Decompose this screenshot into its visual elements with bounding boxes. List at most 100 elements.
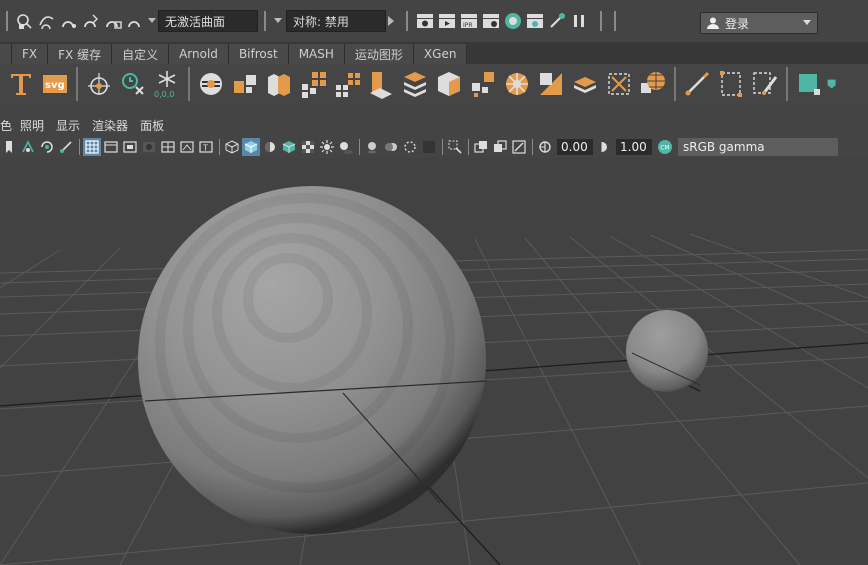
mash-offset-icon[interactable] xyxy=(534,67,568,101)
mash-stack-icon[interactable] xyxy=(364,67,398,101)
smooth-shade-icon[interactable] xyxy=(242,138,260,156)
expand-arrow-icon[interactable] xyxy=(386,10,396,32)
snap-to-curves-icon[interactable] xyxy=(36,10,58,32)
xray-icon[interactable] xyxy=(472,138,490,156)
shelf-tab-arnold[interactable]: Arnold xyxy=(169,44,229,64)
panel-menu-renderer[interactable]: 渲染器 xyxy=(92,117,128,134)
snap-to-view-planes-icon[interactable] xyxy=(80,10,102,32)
mash-array-icon[interactable] xyxy=(330,67,364,101)
mash-network-icon[interactable] xyxy=(194,67,228,101)
chevron-down-icon[interactable] xyxy=(272,10,284,32)
textured-icon[interactable] xyxy=(299,138,317,156)
shelf-tab-mash[interactable]: MASH xyxy=(288,44,345,64)
mash-radial-icon[interactable] xyxy=(500,67,534,101)
render-settings-icon[interactable] xyxy=(480,10,502,32)
viewport-3d[interactable] xyxy=(0,158,868,565)
mash-grid-icon[interactable] xyxy=(296,67,330,101)
gate-mask-icon[interactable] xyxy=(140,138,158,156)
camera-attributes-icon[interactable] xyxy=(19,138,37,156)
xray-joints-icon[interactable] xyxy=(491,138,509,156)
mash-distribute-icon[interactable] xyxy=(228,67,262,101)
time-delete-icon[interactable] xyxy=(116,67,150,101)
shelf-tab-xgen[interactable]: XGen xyxy=(413,44,468,64)
render-current-frame-icon[interactable] xyxy=(436,10,458,32)
render-view-icon[interactable] xyxy=(414,10,436,32)
bookmark-icon[interactable] xyxy=(0,138,18,156)
camera-track-icon[interactable] xyxy=(57,138,75,156)
shelf-tab-bifrost[interactable]: Bifrost xyxy=(228,44,289,64)
login-button[interactable]: 登录 xyxy=(700,12,818,34)
viewport-scene[interactable] xyxy=(0,158,868,565)
view-transform-dropdown[interactable]: sRGB gamma xyxy=(678,138,838,156)
ipr-render-icon[interactable]: IPR xyxy=(458,10,480,32)
resolution-gate-icon[interactable] xyxy=(121,138,139,156)
default-material-icon[interactable] xyxy=(261,138,279,156)
shelf-tab-motion-graphics[interactable]: 运动图形 xyxy=(344,44,414,64)
screen-space-ao-icon[interactable] xyxy=(363,138,381,156)
mash-flat-layers-icon[interactable] xyxy=(568,67,602,101)
status-divider[interactable] xyxy=(264,11,266,31)
field-chart-icon[interactable] xyxy=(159,138,177,156)
motion-blur-icon[interactable] xyxy=(382,138,400,156)
shelf-tab-custom[interactable]: 自定义 xyxy=(112,44,170,64)
shelf-tab-fx[interactable]: FX xyxy=(12,44,49,64)
snap-magnet-icon[interactable] xyxy=(124,10,146,32)
small-sphere[interactable] xyxy=(626,310,708,392)
depth-of-field-icon[interactable] xyxy=(420,138,438,156)
mash-bounding-box-icon[interactable] xyxy=(602,67,636,101)
select-by-hierarchy-icon[interactable] xyxy=(14,10,36,32)
render-setup-icon[interactable] xyxy=(524,10,546,32)
bounding-box-select-icon[interactable] xyxy=(714,67,748,101)
svg-tool-icon[interactable]: svg xyxy=(38,67,72,101)
gamma-field[interactable]: 1.00 xyxy=(616,139,652,155)
green-shield-icon[interactable] xyxy=(826,67,838,101)
mash-sphere-grid-icon[interactable] xyxy=(636,67,670,101)
shelf-tab-partial[interactable] xyxy=(0,44,12,64)
gamma-icon[interactable] xyxy=(595,138,613,156)
shelf-divider xyxy=(76,67,78,101)
isolate-select-icon[interactable] xyxy=(446,138,464,156)
edit-curve-pen-icon[interactable] xyxy=(680,67,714,101)
anti-aliasing-icon[interactable] xyxy=(401,138,419,156)
snap-to-points-icon[interactable] xyxy=(58,10,80,32)
text-tool-icon[interactable] xyxy=(4,67,38,101)
safe-action-icon[interactable] xyxy=(178,138,196,156)
exposure-field[interactable]: 0.00 xyxy=(557,139,593,155)
light-editor-icon[interactable] xyxy=(546,10,568,32)
panel-menu-show[interactable]: 显示 xyxy=(56,117,80,134)
status-divider[interactable] xyxy=(600,11,602,31)
status-divider[interactable] xyxy=(406,11,408,31)
hypershade-icon[interactable] xyxy=(502,10,524,32)
panel-menu-panels[interactable]: 面板 xyxy=(140,117,164,134)
chevron-down-icon xyxy=(803,20,811,25)
shadows-icon[interactable] xyxy=(337,138,355,156)
green-cube-icon[interactable] xyxy=(792,67,826,101)
exposure-icon[interactable] xyxy=(536,138,554,156)
panel-menu-shading[interactable]: 色 xyxy=(0,117,12,134)
wireframe-on-shaded-icon[interactable] xyxy=(280,138,298,156)
xray-active-components-icon[interactable] xyxy=(510,138,528,156)
freeze-transform-icon[interactable]: 0,0,0 xyxy=(150,67,184,101)
shelf-tab-fx-cache[interactable]: FX 缓存 xyxy=(48,44,113,64)
panel-menu-lighting[interactable]: 照明 xyxy=(20,117,44,134)
mash-cube-icon[interactable] xyxy=(432,67,466,101)
chevron-down-icon[interactable] xyxy=(146,10,158,32)
mash-extrude-icon[interactable] xyxy=(262,67,296,101)
make-live-icon[interactable] xyxy=(102,10,124,32)
film-gate-icon[interactable] xyxy=(102,138,120,156)
locator-icon[interactable] xyxy=(82,67,116,101)
grid-toggle-icon[interactable] xyxy=(83,138,101,156)
draw-brush-icon[interactable] xyxy=(748,67,782,101)
camera-tumble-icon[interactable] xyxy=(38,138,56,156)
pause-icon[interactable] xyxy=(568,10,590,32)
mash-scatter-icon[interactable] xyxy=(466,67,500,101)
mash-layers-icon[interactable] xyxy=(398,67,432,101)
color-management-icon[interactable]: CM xyxy=(656,138,674,156)
status-divider[interactable] xyxy=(614,11,616,31)
use-all-lights-icon[interactable] xyxy=(318,138,336,156)
safe-title-icon[interactable]: T xyxy=(197,138,215,156)
wireframe-icon[interactable] xyxy=(223,138,241,156)
status-divider[interactable] xyxy=(6,11,8,31)
selection-mask-field[interactable]: 无激活曲面 xyxy=(158,10,258,32)
symmetry-field[interactable]: 对称: 禁用 xyxy=(286,10,386,32)
